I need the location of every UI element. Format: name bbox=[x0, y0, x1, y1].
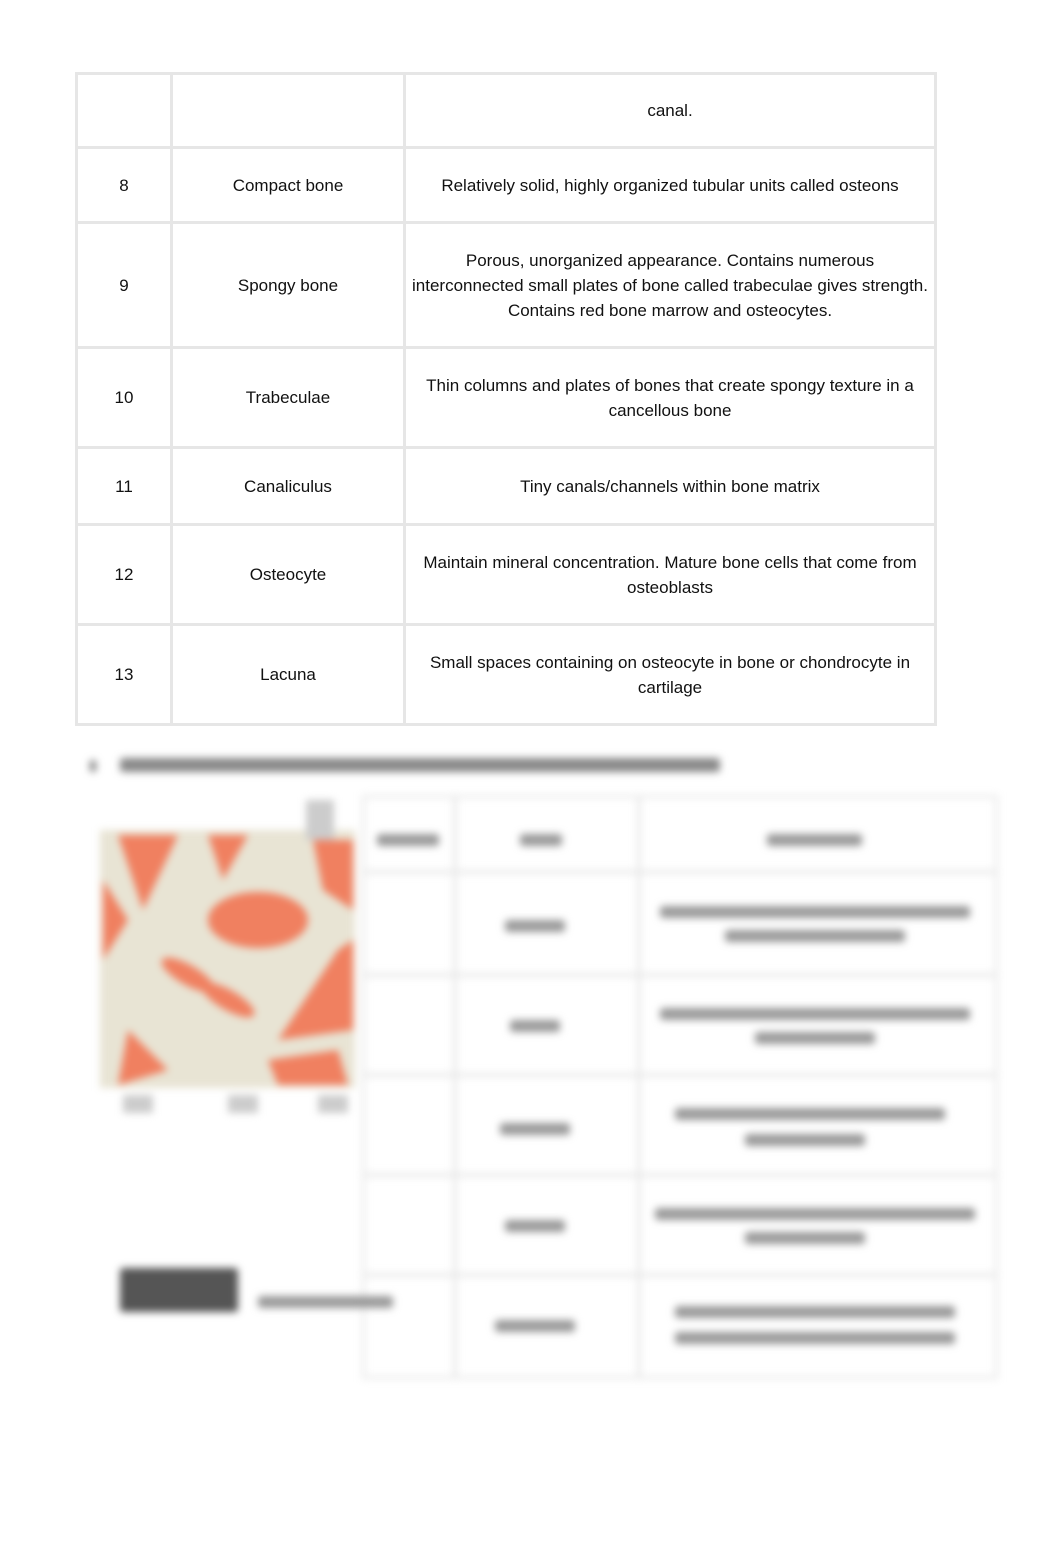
blurred-question bbox=[0, 0, 1062, 1556]
blurred-label-table bbox=[362, 795, 998, 1379]
spongy-bone-diagram bbox=[100, 800, 355, 1113]
license-badge bbox=[120, 1268, 238, 1312]
